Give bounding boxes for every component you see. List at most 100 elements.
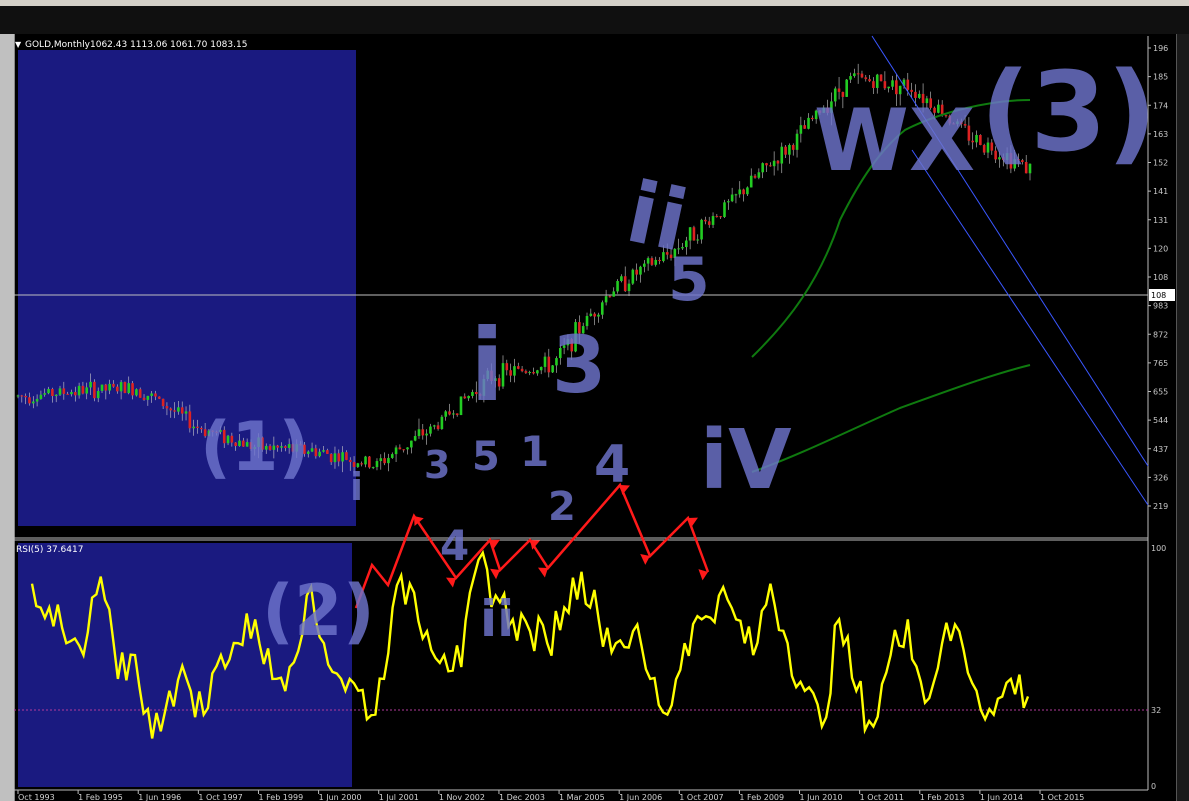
candle-body (757, 172, 761, 178)
candle-body (516, 366, 520, 369)
date-tick-label: 1 Jul 2001 (379, 793, 419, 801)
candle-body (413, 436, 417, 441)
price-tick-label: 185 (1153, 73, 1168, 82)
candle-body (150, 393, 153, 396)
date-tick-label: 1 Jun 2014 (980, 793, 1023, 801)
candle-body (188, 411, 192, 429)
candle-body (100, 384, 104, 391)
candle-body (16, 395, 20, 397)
candle-body (432, 425, 436, 427)
candle-body (715, 216, 719, 218)
candle-body (436, 425, 440, 430)
candle-body (742, 189, 745, 195)
candle-body (883, 81, 887, 89)
candle-body (318, 451, 321, 457)
candle-body (20, 395, 24, 397)
candle-body (463, 396, 467, 399)
candle-body (96, 390, 100, 399)
candle-body (341, 452, 344, 462)
minor-i-label: i (350, 465, 363, 509)
candle-body (177, 407, 180, 412)
candle-body (24, 395, 27, 398)
candle-body (93, 381, 96, 399)
price-tick-label: 196 (1153, 44, 1168, 53)
candle-body (791, 144, 795, 150)
date-tick-label: Oct 1993 (18, 793, 55, 801)
candle-body (536, 370, 539, 374)
candle-body (730, 194, 734, 202)
candle-body (868, 79, 871, 82)
candle-body (379, 458, 383, 462)
wave-2-label: (2) (262, 570, 375, 652)
ohlc-values: 1062.43 1113.06 1061.70 1083.15 (90, 40, 247, 50)
candle-body (131, 383, 134, 396)
candle-body (589, 313, 593, 316)
date-tick-label: 1 Jun 2000 (319, 793, 362, 801)
price-tick-label: 872 (1153, 330, 1168, 339)
candle-body (547, 356, 551, 373)
chart-canvas[interactable]: (1) (2) (3) i 3 iV ii 5 WX 5 1 3 2 4 ii … (0, 0, 1189, 801)
candle-body (89, 381, 92, 388)
candle-body (371, 467, 375, 469)
candle-body (749, 175, 753, 188)
candle-body (513, 366, 516, 376)
candle-body (528, 371, 532, 373)
candle-body (440, 416, 444, 430)
candle-body (738, 189, 742, 195)
date-tick-label: 1 Feb 1999 (258, 793, 303, 801)
candle-body (872, 81, 875, 88)
candle-body (849, 76, 852, 80)
candle-body (410, 440, 413, 448)
candle-body (85, 387, 89, 394)
candle-body (604, 296, 608, 303)
candle-body (627, 283, 631, 292)
candle-body (333, 453, 337, 463)
candle-body (891, 80, 894, 87)
price-tick-label: 326 (1153, 473, 1168, 482)
wave-i-label: i (470, 307, 504, 424)
candle-body (398, 447, 402, 450)
candle-body (769, 165, 772, 167)
candle-body (35, 398, 39, 402)
candle-body (853, 73, 856, 77)
candle-body (429, 426, 432, 434)
candle-body (524, 371, 528, 373)
minor-4b-label: 4 (440, 521, 469, 570)
candle-body (860, 73, 864, 78)
candle-body (780, 146, 784, 164)
candle-body (746, 187, 749, 195)
candle-body (322, 450, 325, 452)
candle-body (142, 397, 146, 400)
candle-body (375, 461, 379, 468)
minor-2-label: 2 (548, 484, 576, 530)
candle-body (387, 457, 390, 464)
candle-body (115, 386, 119, 392)
candle-body (326, 450, 329, 454)
candle-body (329, 453, 333, 463)
candle-body (28, 397, 31, 404)
minor-ii-label: ii (480, 590, 514, 648)
candle-body (719, 216, 722, 218)
date-tick-label: 1 Feb 2009 (739, 793, 784, 801)
date-tick-label: 1 Jun 2010 (800, 793, 843, 801)
price-tick-label: 152 (1153, 159, 1168, 168)
candle-body (864, 77, 868, 80)
date-tick-label: 1 Feb 1995 (78, 793, 123, 801)
current-price-label: 108 (1151, 291, 1166, 300)
collapse-triangle-icon[interactable]: ▼ (15, 40, 22, 49)
price-tick-label: 219 (1153, 502, 1168, 511)
arrowhead (698, 569, 708, 581)
candle-body (639, 266, 642, 275)
candle-body (452, 413, 455, 415)
price-tick-label: 983 (1153, 302, 1168, 311)
date-tick-label: 1 Feb 2013 (920, 793, 965, 801)
rsi-label: RSI(5) 37.6417 (16, 545, 83, 555)
candle-body (390, 454, 394, 458)
date-tick-label: 1 Oct 2015 (1040, 793, 1084, 801)
price-tick-label: 174 (1153, 101, 1168, 110)
wave-5-label: 5 (668, 245, 710, 315)
candle-body (406, 447, 409, 450)
arrowhead (640, 553, 650, 565)
candle-body (417, 429, 421, 437)
candle-body (348, 459, 352, 463)
